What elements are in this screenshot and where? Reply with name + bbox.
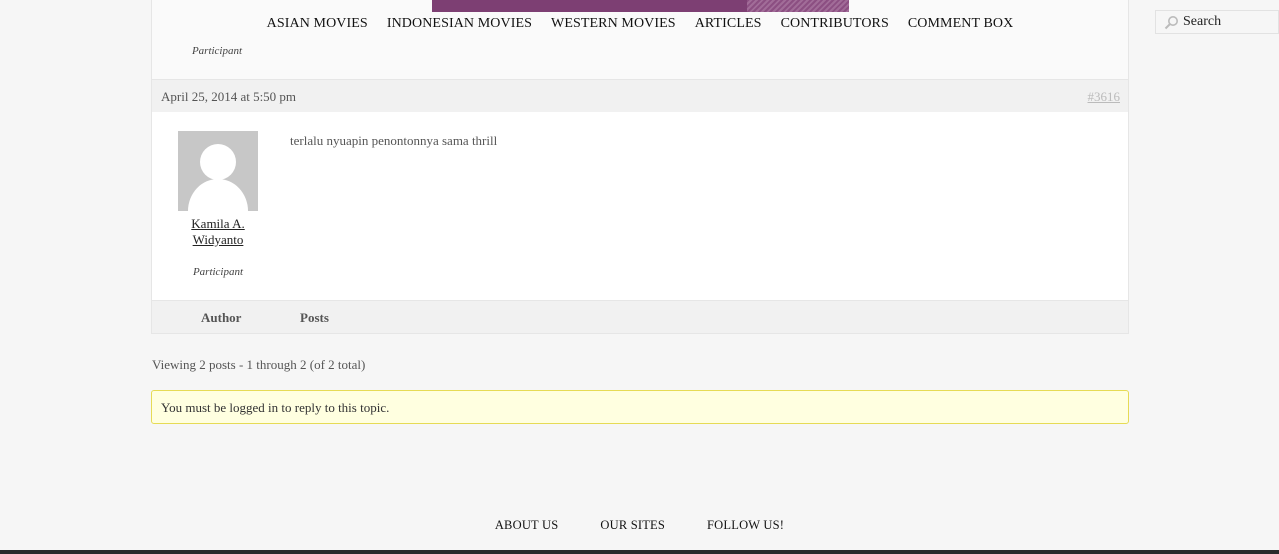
reply-permalink[interactable]: #3616	[1088, 89, 1121, 105]
default-avatar-icon[interactable]	[178, 131, 258, 211]
main-navigation: ASIAN MOVIES INDONESIAN MOVIES WESTERN M…	[0, 12, 1279, 46]
nav-articles[interactable]: ARTICLES	[685, 12, 771, 46]
nav-comment-box[interactable]: COMMENT BOX	[898, 12, 1022, 46]
reply-header: April 25, 2014 at 5:50 pm #3616	[151, 79, 1129, 112]
author-first-name: Kamila A.	[191, 216, 245, 231]
footer-about-us[interactable]: ABOUT US	[495, 518, 559, 533]
reply-date: April 25, 2014 at 5:50 pm	[161, 89, 297, 104]
previous-reply-role: Participant	[191, 45, 243, 57]
brand-banner-hatch	[747, 0, 849, 12]
nav-indonesian-movies[interactable]: INDONESIAN MOVIES	[377, 12, 541, 46]
nav-asian-movies[interactable]: ASIAN MOVIES	[257, 12, 377, 46]
search-placeholder: Search	[1183, 14, 1222, 29]
reply-content: terlalu nyuapin penontonnya sama thrill	[290, 133, 498, 148]
nav-contributors[interactable]: CONTRIBUTORS	[771, 12, 898, 46]
author-role: Participant	[192, 266, 244, 278]
search-icon	[1164, 15, 1178, 29]
login-notice-text: You must be logged in to reply to this t…	[161, 400, 390, 415]
footer-posts-label: Posts	[300, 310, 329, 325]
author-last-name: Widyanto	[192, 232, 244, 247]
footer-navigation: ABOUT US OUR SITES FOLLOW US!	[0, 518, 1279, 533]
footer-follow-us[interactable]: FOLLOW US!	[707, 518, 784, 533]
nav-western-movies[interactable]: WESTERN MOVIES	[541, 12, 685, 46]
author-link[interactable]: Kamila A. Widyanto	[176, 216, 260, 248]
footer-our-sites[interactable]: OUR SITES	[600, 518, 665, 533]
reply-body: Kamila A. Widyanto Participant terlalu n…	[151, 112, 1129, 300]
pagination-count: Viewing 2 posts - 1 through 2 (of 2 tota…	[152, 357, 366, 372]
footer-author-label: Author	[201, 310, 242, 325]
login-notice: You must be logged in to reply to this t…	[151, 390, 1129, 424]
bottom-divider	[0, 550, 1279, 554]
replies-footer: Author Posts	[151, 300, 1129, 334]
brand-banner	[432, 0, 849, 12]
search-input[interactable]: Search	[1155, 10, 1279, 34]
